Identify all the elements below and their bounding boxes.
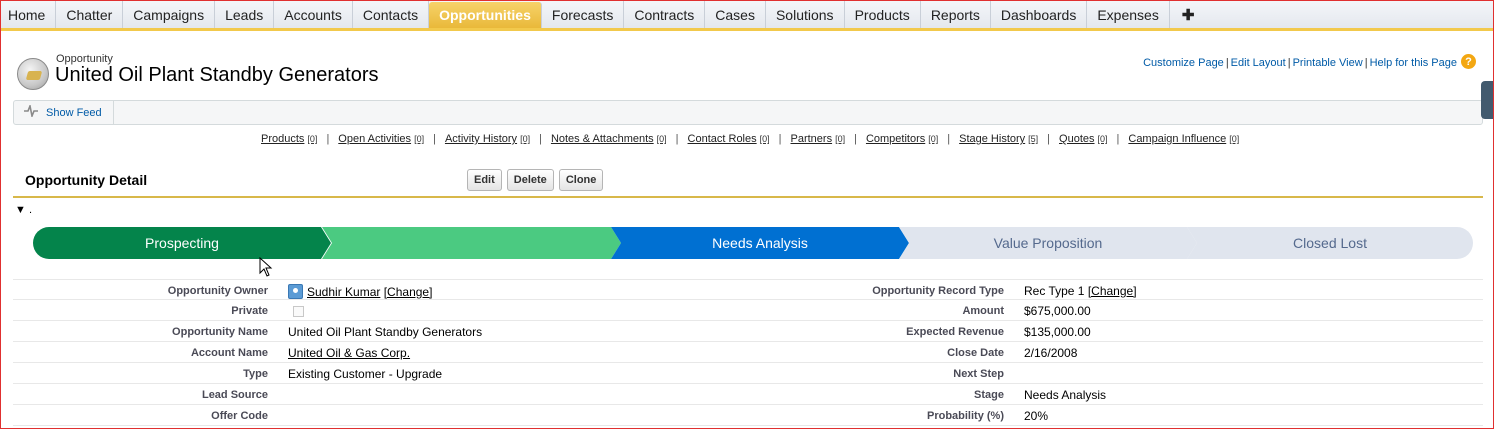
- feed-pulse-icon: [24, 103, 38, 120]
- amount-value: $675,000.00: [1024, 304, 1091, 318]
- field-row: Opportunity Owner Sudhir Kumar [Change] …: [13, 279, 1483, 300]
- stage-closed-lost[interactable]: Closed Lost: [1187, 227, 1473, 259]
- field-row: Opportunity Name United Oil Plant Standb…: [13, 321, 1483, 342]
- related-link-contact-roles[interactable]: Contact Roles [0]: [688, 133, 770, 145]
- stage-unlabeled[interactable]: [322, 227, 621, 259]
- related-link-competitors[interactable]: Competitors [0]: [866, 133, 938, 145]
- tab-contracts[interactable]: Contracts: [624, 1, 706, 28]
- detail-divider: [13, 196, 1483, 198]
- related-link-products[interactable]: Products [0]: [261, 133, 317, 145]
- related-link-open-activities[interactable]: Open Activities [0]: [338, 133, 424, 145]
- private-checkbox: [293, 306, 304, 317]
- probability-label: Probability (%): [926, 410, 1004, 422]
- sales-path: Prospecting Needs Analysis Value Proposi…: [33, 227, 1473, 259]
- tab-products[interactable]: Products: [845, 1, 921, 28]
- record-type-change-link[interactable]: [Change]: [1088, 284, 1137, 298]
- account-name-label: Account Name: [190, 347, 268, 359]
- stage-value: Needs Analysis: [1024, 388, 1107, 402]
- offer-code-label: Offer Code: [211, 410, 268, 422]
- delete-button[interactable]: Delete: [506, 169, 554, 191]
- stage-prospecting[interactable]: Prospecting: [33, 227, 331, 259]
- tab-solutions[interactable]: Solutions: [766, 1, 845, 28]
- related-link-stage-history[interactable]: Stage History [5]: [959, 133, 1038, 145]
- edit-button[interactable]: Edit: [467, 169, 502, 191]
- opportunity-owner-label: Opportunity Owner: [167, 285, 268, 297]
- help-for-this-page-link[interactable]: Help for this Page: [1370, 57, 1457, 69]
- expected-revenue-value: $135,000.00: [1024, 325, 1091, 339]
- user-icon: [288, 284, 303, 299]
- mouse-cursor-icon: [259, 257, 273, 277]
- stage-label: Stage: [974, 389, 1004, 401]
- expected-revenue-label: Expected Revenue: [906, 326, 1004, 338]
- help-icon[interactable]: ?: [1461, 54, 1476, 69]
- collapse-section-toggle[interactable]: ▼ .: [15, 204, 32, 216]
- sidebar-toggle-handle[interactable]: [1481, 81, 1493, 119]
- feed-bar: Show Feed: [13, 100, 1483, 125]
- probability-value: 20%: [1024, 409, 1049, 423]
- related-link-quotes[interactable]: Quotes [0]: [1059, 133, 1107, 145]
- detail-button-group: Edit Delete Clone: [467, 169, 604, 191]
- opportunity-coin-icon: [17, 58, 49, 90]
- tab-home[interactable]: Home: [1, 1, 57, 28]
- stage-needs-analysis[interactable]: Needs Analysis: [611, 227, 909, 259]
- type-value: Existing Customer - Upgrade: [288, 367, 443, 381]
- main-tab-bar: Home Chatter Campaigns Leads Accounts Co…: [1, 1, 1493, 31]
- private-label: Private: [231, 305, 268, 317]
- related-link-campaign-influence[interactable]: Campaign Influence [0]: [1128, 133, 1239, 145]
- tab-cases[interactable]: Cases: [705, 1, 766, 28]
- customize-page-link[interactable]: Customize Page: [1143, 57, 1224, 69]
- related-link-partners[interactable]: Partners [0]: [791, 133, 846, 145]
- lead-source-label: Lead Source: [201, 389, 268, 401]
- printable-view-link[interactable]: Printable View: [1293, 57, 1363, 69]
- tab-expenses[interactable]: Expenses: [1087, 1, 1170, 28]
- all-tabs-plus-icon[interactable]: ✚: [1170, 1, 1207, 28]
- field-row: Type Existing Customer - Upgrade Next St…: [13, 363, 1483, 384]
- field-row: Account Name United Oil & Gas Corp. Clos…: [13, 342, 1483, 363]
- record-type-label: Opportunity Record Type: [872, 285, 1004, 297]
- related-link-activity-history[interactable]: Activity History [0]: [445, 133, 530, 145]
- amount-label: Amount: [962, 305, 1004, 317]
- owner-name-link[interactable]: Sudhir Kumar: [307, 285, 380, 299]
- owner-change-link[interactable]: [Change]: [384, 285, 433, 299]
- tab-contacts[interactable]: Contacts: [353, 1, 430, 28]
- account-name-link[interactable]: United Oil & Gas Corp.: [288, 346, 410, 360]
- field-row: Offer Code Probability (%) 20%: [13, 405, 1483, 426]
- tab-forecasts[interactable]: Forecasts: [542, 1, 625, 28]
- type-label: Type: [243, 368, 268, 380]
- stage-value-proposition[interactable]: Value Proposition: [899, 227, 1197, 259]
- close-date-value: 2/16/2008: [1024, 346, 1078, 360]
- related-link-notes-attachments[interactable]: Notes & Attachments [0]: [551, 133, 667, 145]
- tab-leads[interactable]: Leads: [215, 1, 275, 28]
- field-row: Private Amount $675,000.00: [13, 300, 1483, 321]
- tab-chatter[interactable]: Chatter: [56, 1, 124, 28]
- related-list-links: Products [0] | Open Activities [0] | Activity …: [261, 133, 1240, 145]
- opportunity-owner-value: Sudhir Kumar [Change]: [288, 284, 432, 299]
- show-feed-button[interactable]: Show Feed: [14, 101, 114, 124]
- record-type-value: Rec Type 1 [Change]: [1024, 284, 1137, 298]
- show-feed-label: Show Feed: [46, 106, 102, 119]
- tab-dashboards[interactable]: Dashboards: [991, 1, 1088, 28]
- header-links: Customize Page | Edit Layout | Printable Vie…: [1143, 57, 1457, 69]
- opportunity-name-label: Opportunity Name: [172, 326, 268, 338]
- detail-section-title: Opportunity Detail: [25, 172, 148, 188]
- page-title: United Oil Plant Standby Generators: [55, 64, 379, 86]
- account-name-value: United Oil & Gas Corp.: [288, 346, 410, 360]
- opportunity-name-value: United Oil Plant Standby Generators: [288, 325, 483, 339]
- detail-fields: Opportunity Owner Sudhir Kumar [Change] …: [13, 279, 1483, 426]
- tab-campaigns[interactable]: Campaigns: [123, 1, 216, 28]
- close-date-label: Close Date: [947, 347, 1004, 359]
- tab-reports[interactable]: Reports: [921, 1, 991, 28]
- field-row: Lead Source Stage Needs Analysis: [13, 384, 1483, 405]
- tab-opportunities[interactable]: Opportunities: [429, 2, 542, 28]
- tab-accounts[interactable]: Accounts: [274, 1, 353, 28]
- next-step-label: Next Step: [953, 368, 1004, 380]
- edit-layout-link[interactable]: Edit Layout: [1231, 57, 1286, 69]
- clone-button[interactable]: Clone: [558, 169, 604, 191]
